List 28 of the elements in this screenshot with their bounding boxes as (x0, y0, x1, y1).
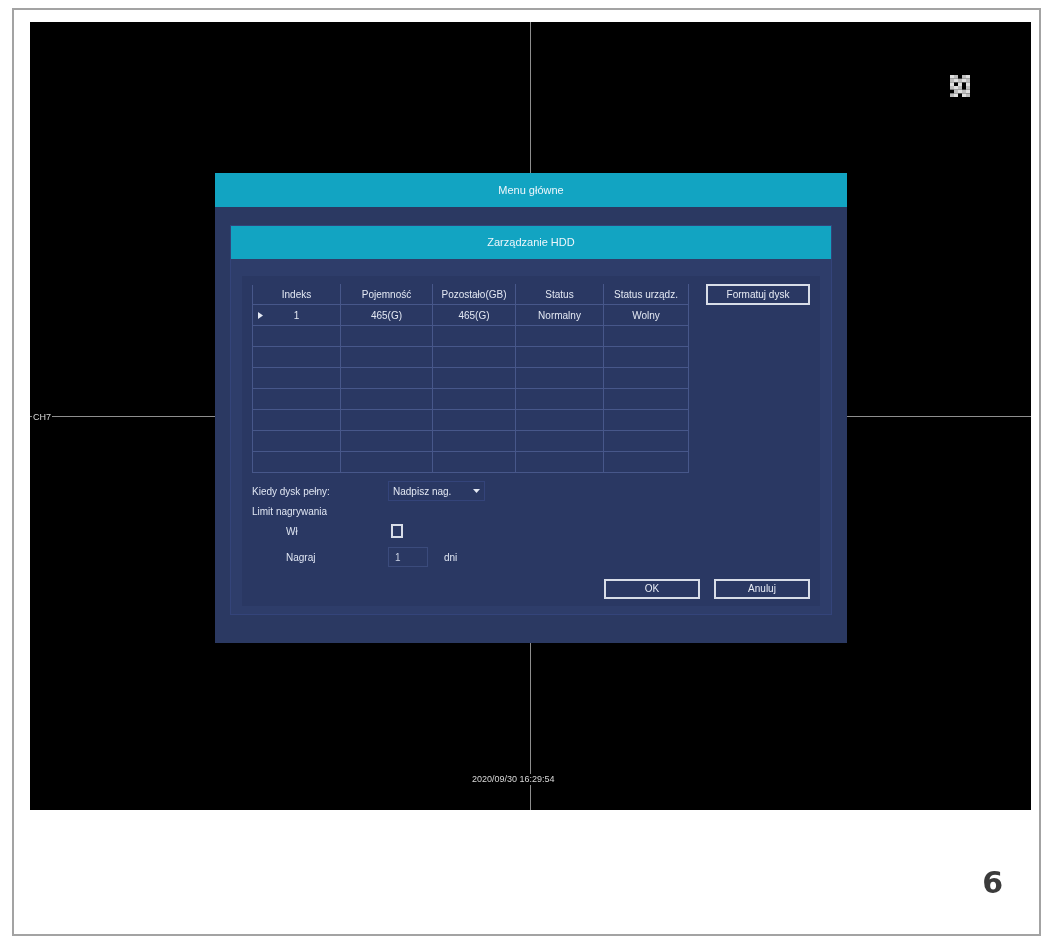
field-label: Nagraj (286, 550, 317, 565)
table-header-cell: Pojemność (340, 284, 433, 305)
caret-icon (473, 489, 481, 493)
field-label: Wł (286, 524, 299, 539)
table-cell: Normalny (515, 304, 604, 326)
table-cell: 465(G) (340, 304, 433, 326)
table-cell: 465(G) (432, 304, 516, 326)
table-cell: Wolny (603, 304, 689, 326)
cancel-button[interactable]: Anuluj (714, 579, 810, 599)
format-disk-button[interactable]: Formatuj dysk (706, 284, 810, 305)
table-header-cell: Status (515, 284, 604, 305)
unit-label: dni (444, 550, 458, 565)
field-label: Kiedy dysk pełny: (252, 484, 331, 499)
section-label: Limit nagrywania (252, 504, 329, 519)
enable-checkbox[interactable] (391, 524, 403, 538)
panel-title: Zarządzanie HDD (231, 226, 831, 259)
channel-label: CH7 (32, 412, 52, 423)
dialog-title: Menu główne (215, 173, 847, 207)
table-cell: 1 (293, 309, 300, 321)
table-header-cell: Status urządz. (603, 284, 689, 305)
page-number: 6 (982, 868, 1003, 898)
ok-button[interactable]: OK (604, 579, 700, 599)
timestamp: 2020/09/30 16:29:54 (470, 774, 557, 785)
days-input[interactable]: 1 (388, 547, 428, 567)
table-header-cell: Pozostało(GB) (432, 284, 516, 305)
table-header-cell: Indeks (252, 284, 341, 305)
overwrite-dropdown[interactable]: Nadpisz nag. (388, 481, 486, 501)
pixel-pattern-icon (950, 75, 970, 97)
